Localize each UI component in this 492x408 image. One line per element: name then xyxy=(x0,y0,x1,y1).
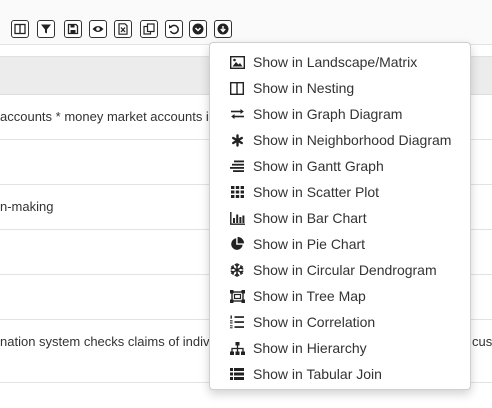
bar-chart-icon xyxy=(229,210,245,226)
menu-item-gantt-graph[interactable]: Show in Gantt Graph xyxy=(210,153,470,179)
gantt-icon xyxy=(229,158,245,174)
menu-item-circular-dendrogram[interactable]: Show in Circular Dendrogram xyxy=(210,257,470,283)
list-table-icon xyxy=(229,366,245,382)
menu-item-neighborhood-diagram[interactable]: Show in Neighborhood Diagram xyxy=(210,127,470,153)
menu-item-label: Show in Tree Map xyxy=(253,288,366,304)
menu-item-tabular-join[interactable]: Show in Tabular Join xyxy=(210,361,470,387)
menu-item-bar-chart[interactable]: Show in Bar Chart xyxy=(210,205,470,231)
menu-item-label: Show in Circular Dendrogram xyxy=(253,262,437,278)
excel-export-icon xyxy=(118,23,128,35)
save-icon xyxy=(67,23,79,35)
eye-icon xyxy=(92,26,104,32)
menu-item-label: Show in Scatter Plot xyxy=(253,184,380,200)
columns-button[interactable] xyxy=(11,20,29,38)
filter-button[interactable] xyxy=(37,20,55,38)
tree-map-icon xyxy=(229,288,245,304)
show-in-menu: Show in Landscape/Matrix Show in Nesting… xyxy=(209,42,471,390)
filter-icon xyxy=(41,24,51,34)
save-button[interactable] xyxy=(64,20,82,38)
toolbar xyxy=(0,0,492,45)
copy-button[interactable] xyxy=(140,20,158,38)
menu-item-hierarchy[interactable]: Show in Hierarchy xyxy=(210,335,470,361)
numbered-list-icon xyxy=(229,314,245,330)
arrow-down-circle-icon xyxy=(217,23,229,35)
menu-item-pie-chart[interactable]: Show in Pie Chart xyxy=(210,231,470,257)
menu-item-label: Show in Bar Chart xyxy=(253,210,367,226)
menu-item-label: Show in Landscape/Matrix xyxy=(253,54,418,70)
columns-icon xyxy=(14,23,26,35)
excel-export-button[interactable] xyxy=(114,20,132,38)
menu-item-label: Show in Correlation xyxy=(253,314,376,330)
menu-item-graph-diagram[interactable]: Show in Graph Diagram xyxy=(210,101,470,127)
menu-item-nesting[interactable]: Show in Nesting xyxy=(210,75,470,101)
menu-item-correlation[interactable]: Show in Correlation xyxy=(210,309,470,335)
exchange-arrows-icon xyxy=(229,106,245,122)
more-options-button[interactable] xyxy=(189,20,207,38)
image-icon xyxy=(229,54,245,70)
menu-item-label: Show in Neighborhood Diagram xyxy=(253,132,452,148)
chevron-down-circle-icon xyxy=(192,23,204,35)
table-cell: accounts * money market accounts i xyxy=(0,109,209,124)
pie-chart-icon xyxy=(229,236,245,252)
copy-icon xyxy=(143,23,155,35)
table-cell: nation system checks claims of indivi xyxy=(0,334,213,349)
menu-item-tree-map[interactable]: Show in Tree Map xyxy=(210,283,470,309)
menu-item-label: Show in Gantt Graph xyxy=(253,158,384,174)
undo-icon xyxy=(169,24,179,35)
nesting-icon xyxy=(229,80,245,96)
undo-button[interactable] xyxy=(165,20,183,38)
snowflake-icon xyxy=(229,262,245,278)
view-button[interactable] xyxy=(89,20,107,38)
menu-item-label: Show in Graph Diagram xyxy=(253,106,403,122)
menu-item-label: Show in Pie Chart xyxy=(253,236,366,252)
show-in-dropdown-button[interactable] xyxy=(214,20,232,38)
sitemap-icon xyxy=(229,340,245,356)
asterisk-icon xyxy=(229,132,245,148)
table-cell: n-making xyxy=(0,199,54,214)
menu-item-scatter-plot[interactable]: Show in Scatter Plot xyxy=(210,179,470,205)
menu-item-label: Show in Tabular Join xyxy=(253,366,382,382)
table-cell-right: cust xyxy=(472,334,492,349)
menu-item-label: Show in Nesting xyxy=(253,80,355,96)
grid-dots-icon xyxy=(229,184,245,200)
menu-item-label: Show in Hierarchy xyxy=(253,340,367,356)
menu-item-landscape-matrix[interactable]: Show in Landscape/Matrix xyxy=(210,49,470,75)
